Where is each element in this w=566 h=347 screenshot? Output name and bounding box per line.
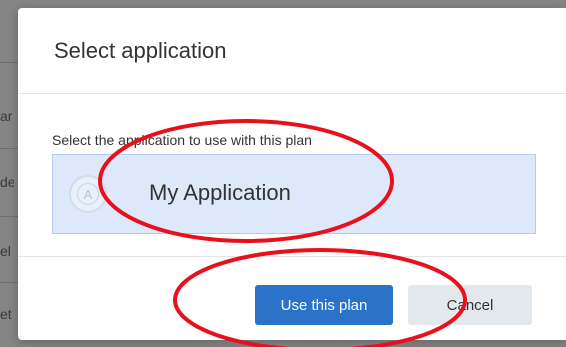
- application-field-label: Select the application to use with this …: [52, 132, 312, 148]
- dialog-header: Select application: [18, 8, 566, 94]
- dialog-footer: Use this plan Cancel: [18, 256, 566, 341]
- background-row-fragment: el: [0, 243, 11, 259]
- dialog-body: Select the application to use with this …: [18, 94, 566, 256]
- background-row-fragment: de: [0, 174, 14, 190]
- application-option-my-application[interactable]: A My Application: [52, 154, 536, 234]
- app-icon-glyph: A: [77, 183, 99, 205]
- application-name: My Application: [149, 180, 291, 205]
- select-application-dialog: Select application Select the applicatio…: [18, 8, 566, 340]
- dialog-title: Select application: [54, 38, 227, 63]
- app-circle-icon: A: [69, 175, 107, 213]
- cancel-button[interactable]: Cancel: [408, 285, 532, 325]
- background-row-fragment: et: [0, 306, 12, 322]
- background-row-fragment: ar: [0, 108, 13, 124]
- use-this-plan-button[interactable]: Use this plan: [255, 285, 393, 325]
